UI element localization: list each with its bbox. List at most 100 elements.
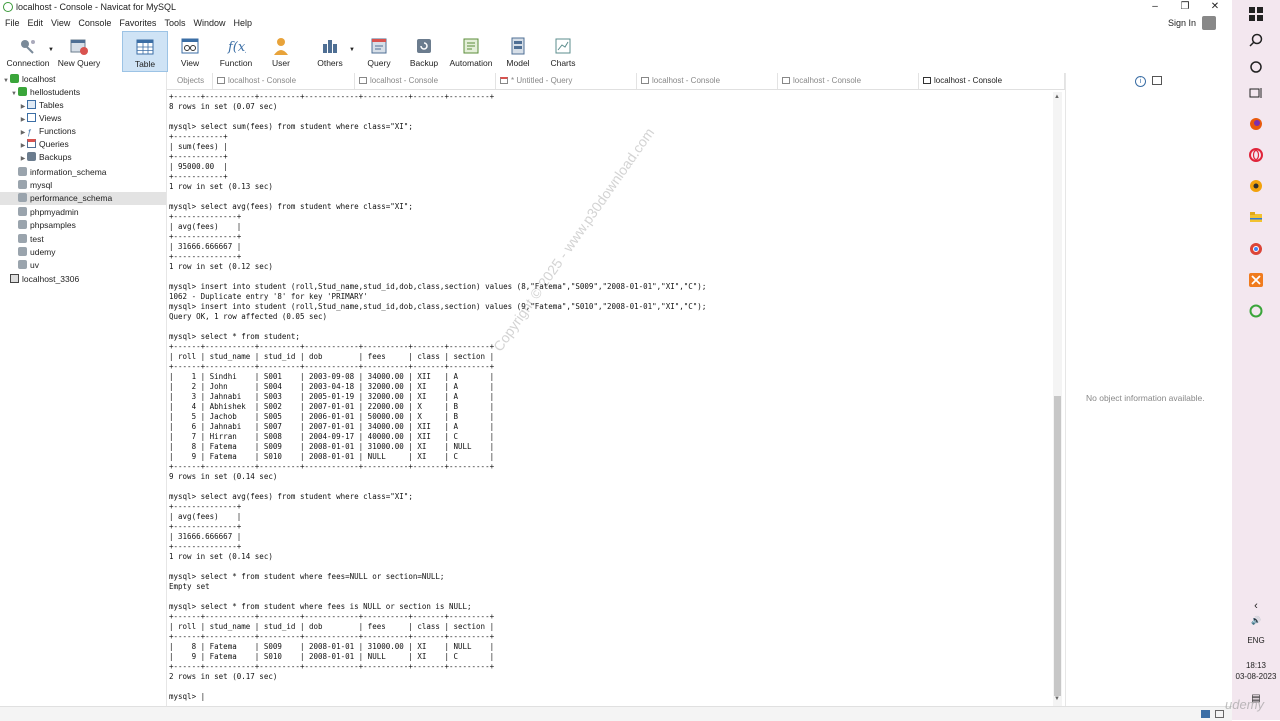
view-list-icon[interactable]	[1201, 710, 1210, 718]
svg-text:f(x): f(x)	[227, 40, 246, 55]
language-indicator[interactable]: ENG	[1232, 636, 1280, 645]
tree-item-test[interactable]: test	[10, 233, 166, 246]
console-scrollbar[interactable]: ▲ ▼	[1053, 92, 1062, 706]
backup-icon	[417, 39, 431, 53]
navicat-icon[interactable]	[1249, 304, 1263, 318]
database-icon	[18, 193, 27, 202]
model-icon	[511, 37, 525, 55]
model-button[interactable]: Model	[502, 31, 534, 72]
sign-in-link[interactable]: Sign In	[1168, 18, 1196, 28]
others-icon	[323, 40, 337, 53]
menu-edit[interactable]: Edit	[25, 16, 47, 30]
others-dropdown-caret[interactable]: ▼	[349, 47, 355, 53]
function-icon: ƒ	[27, 128, 32, 137]
tree-item-phpsamples[interactable]: phpsamples	[10, 219, 166, 232]
tab-objects[interactable]: Objects	[173, 73, 213, 89]
connection-button[interactable]: Connection	[4, 31, 52, 72]
tab-console-4[interactable]: localhost - Console	[778, 73, 919, 89]
tree-item-hellostudents[interactable]: ▼ hellostudents	[10, 86, 166, 99]
query-icon	[500, 77, 508, 84]
console-icon	[923, 77, 931, 84]
cortana-icon[interactable]	[1249, 60, 1263, 74]
tree-item-localhost-3306[interactable]: localhost_3306	[2, 273, 166, 286]
chevron-left-icon[interactable]: ‹	[1232, 600, 1280, 612]
tab-console-1[interactable]: localhost - Console	[213, 73, 355, 89]
udemy-logo: udemy	[1225, 697, 1265, 712]
connection-icon	[21, 40, 35, 54]
minimize-button[interactable]: –	[1148, 1, 1162, 13]
function-icon: f(x)	[227, 40, 246, 55]
new-query-button[interactable]: New Query	[56, 31, 102, 72]
tree-item-tables[interactable]: ▶ Tables	[19, 99, 166, 112]
scroll-down-icon[interactable]: ▼	[1054, 696, 1060, 702]
search-icon[interactable]	[1249, 33, 1263, 47]
tree-item-queries[interactable]: ▶ Queries	[19, 138, 166, 151]
avatar-icon[interactable]	[1202, 16, 1216, 30]
firefox-icon[interactable]	[1249, 117, 1263, 131]
file-explorer-icon[interactable]	[1249, 210, 1263, 224]
tree-item-information-schema[interactable]: information_schema	[10, 166, 166, 179]
task-view-icon[interactable]	[1249, 86, 1263, 100]
menu-bar: File Edit View Console Favorites Tools Window H…	[0, 16, 1232, 30]
database-icon	[18, 180, 27, 189]
chevron-right-icon[interactable]: ▶	[19, 153, 27, 166]
windows-start-icon[interactable]	[1249, 7, 1263, 21]
tab-untitled-query[interactable]: * Untitled - Query	[496, 73, 637, 89]
function-button[interactable]: f(x) Function	[214, 31, 258, 72]
connection-tree: ▼ localhost ▼ hellostudents ▶ Tables ▶ Views…	[0, 72, 167, 706]
info-icon[interactable]: i	[1135, 76, 1146, 87]
menu-tools[interactable]: Tools	[161, 16, 188, 30]
ddl-icon[interactable]	[1152, 76, 1162, 85]
database-icon	[18, 167, 27, 176]
menu-help[interactable]: Help	[230, 16, 255, 30]
close-button[interactable]: ✕	[1208, 1, 1222, 13]
chrome-canary-icon[interactable]	[1249, 179, 1263, 193]
view-detail-icon[interactable]	[1215, 710, 1224, 718]
volume-icon[interactable]: 🔊	[1232, 616, 1280, 625]
menu-favorites[interactable]: Favorites	[116, 16, 159, 30]
console-icon	[217, 77, 225, 84]
maximize-button[interactable]: ❐	[1178, 1, 1192, 13]
scroll-thumb[interactable]	[1054, 396, 1061, 696]
clock-time[interactable]: 18:13	[1232, 661, 1280, 670]
menu-file[interactable]: File	[2, 16, 23, 30]
tree-item-localhost[interactable]: ▼ localhost	[2, 73, 166, 86]
scroll-up-icon[interactable]: ▲	[1054, 94, 1060, 100]
backup-button[interactable]: Backup	[406, 31, 442, 72]
main-toolbar: Connection ▼ New Query Table View f(x) F…	[0, 31, 1232, 72]
tree-item-mysql[interactable]: mysql	[10, 179, 166, 192]
tree-item-performance-schema[interactable]: performance_schema	[0, 192, 166, 205]
query-button[interactable]: Query	[360, 31, 398, 72]
tab-console-active[interactable]: localhost - Console	[919, 73, 1065, 89]
chevron-down-icon[interactable]: ▼	[10, 88, 18, 101]
charts-button[interactable]: Charts	[546, 31, 580, 72]
chrome-icon[interactable]	[1249, 242, 1263, 256]
view-button[interactable]: View	[170, 31, 210, 72]
query-icon	[371, 38, 387, 54]
menu-window[interactable]: Window	[190, 16, 228, 30]
table-button[interactable]: Table	[122, 31, 168, 72]
connection-dropdown-caret[interactable]: ▼	[48, 47, 54, 53]
view-icon	[27, 113, 36, 122]
automation-icon	[463, 38, 479, 54]
tab-console-3[interactable]: localhost - Console	[637, 73, 778, 89]
tree-item-phpmyadmin[interactable]: phpmyadmin	[10, 206, 166, 219]
tree-item-udemy[interactable]: udemy	[10, 246, 166, 259]
menu-console[interactable]: Console	[75, 16, 114, 30]
connection-icon	[10, 74, 19, 83]
opera-icon[interactable]	[1249, 148, 1263, 162]
user-button[interactable]: User	[262, 31, 300, 72]
automation-button[interactable]: Automation	[446, 31, 496, 72]
tree-item-views[interactable]: ▶ Views	[19, 112, 166, 125]
tree-item-uv[interactable]: uv	[10, 259, 166, 272]
clock-date[interactable]: 03-08-2023	[1232, 672, 1280, 681]
no-info-message: No object information available.	[1086, 393, 1205, 403]
chevron-down-icon[interactable]: ▼	[2, 75, 10, 88]
console-icon	[359, 77, 367, 84]
menu-view[interactable]: View	[48, 16, 73, 30]
tree-item-functions[interactable]: ▶ ƒ Functions	[19, 125, 166, 138]
tab-console-2[interactable]: localhost - Console	[355, 73, 496, 89]
others-button[interactable]: Others	[310, 31, 350, 72]
xampp-icon[interactable]	[1249, 273, 1263, 287]
tree-item-backups[interactable]: ▶ Backups	[19, 151, 166, 164]
